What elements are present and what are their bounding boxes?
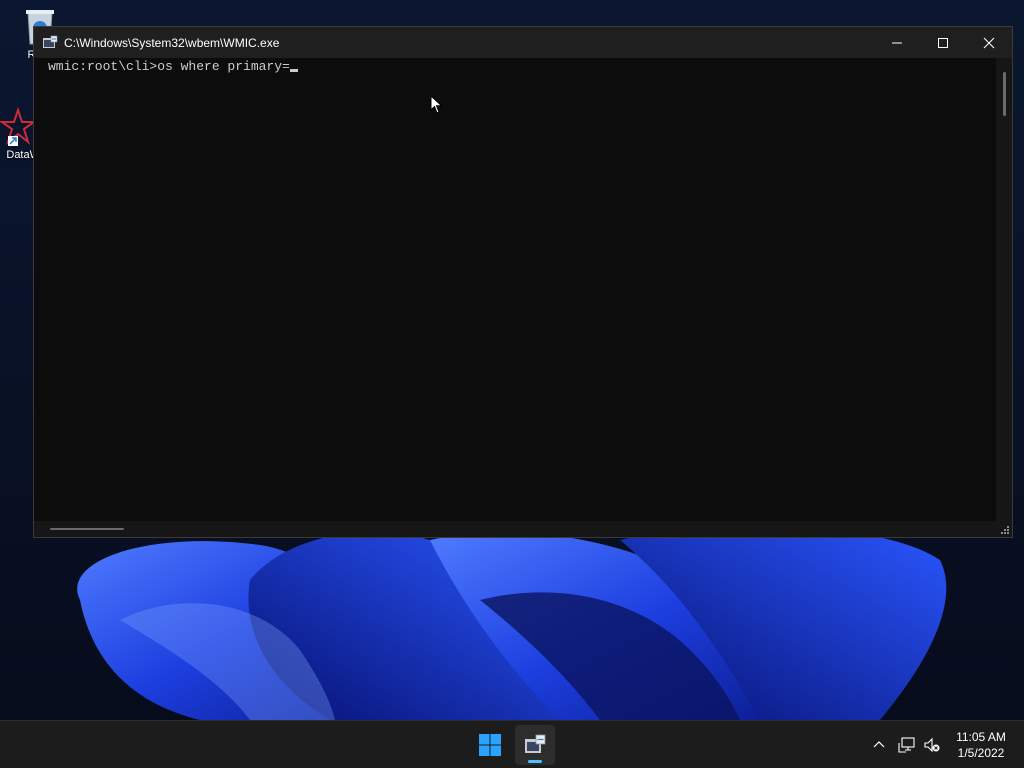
clock-date: 1/5/2022 xyxy=(957,746,1005,760)
resize-grip-icon xyxy=(1001,526,1009,534)
chevron-up-icon xyxy=(873,741,885,748)
volume-muted-icon xyxy=(924,737,940,753)
network-icon xyxy=(898,737,915,753)
windows-start-icon xyxy=(479,734,501,756)
vertical-scrollbar[interactable] xyxy=(996,58,1012,521)
vertical-scroll-thumb[interactable] xyxy=(1003,72,1006,116)
horizontal-scrollbar[interactable] xyxy=(34,521,996,537)
system-clock[interactable]: 11:05 AM 1/5/2022 xyxy=(950,729,1012,761)
resize-grip[interactable] xyxy=(996,521,1012,537)
active-app-indicator xyxy=(528,760,542,763)
maximize-icon xyxy=(938,37,948,48)
window-title: C:\Windows\System32\wbem\WMIC.exe xyxy=(64,35,280,50)
show-hidden-icons-button[interactable] xyxy=(867,733,891,757)
minimize-icon xyxy=(892,42,902,43)
text-cursor xyxy=(289,69,298,72)
taskbar-app-wmic[interactable] xyxy=(515,725,555,765)
mouse-pointer-icon xyxy=(430,95,443,114)
network-button[interactable] xyxy=(895,733,919,757)
console-app-icon xyxy=(43,35,58,48)
volume-button[interactable] xyxy=(920,733,944,757)
clock-time: 11:05 AM xyxy=(956,730,1006,744)
close-icon xyxy=(983,37,995,48)
wmic-console-window[interactable]: C:\Windows\System32\wbem\WMIC.exe wmic:r… xyxy=(33,26,1013,538)
window-titlebar[interactable]: C:\Windows\System32\wbem\WMIC.exe xyxy=(34,27,1012,58)
taskbar: 11:05 AM 1/5/2022 xyxy=(0,720,1024,768)
horizontal-scroll-thumb[interactable] xyxy=(50,528,124,530)
console-command-line: wmic:root\cli>os where primary= xyxy=(48,59,290,74)
wmic-console-icon xyxy=(525,734,546,753)
console-output[interactable]: wmic:root\cli>os where primary= xyxy=(34,58,996,521)
start-button[interactable] xyxy=(470,725,510,765)
maximize-button[interactable] xyxy=(920,27,966,58)
close-button[interactable] xyxy=(966,27,1012,58)
minimize-button[interactable] xyxy=(874,27,920,58)
